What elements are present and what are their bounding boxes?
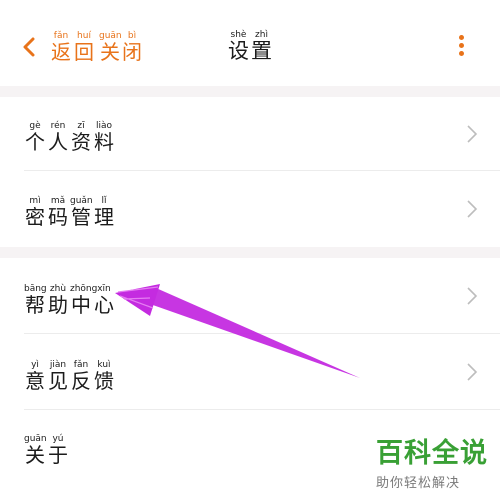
watermark-subtitle: 助你轻松解决 xyxy=(376,476,461,491)
watermark: 百科全说 助你轻松解决 xyxy=(376,438,494,491)
watermark-title: 百科全说 xyxy=(376,438,488,469)
annotation-arrow xyxy=(115,284,360,378)
